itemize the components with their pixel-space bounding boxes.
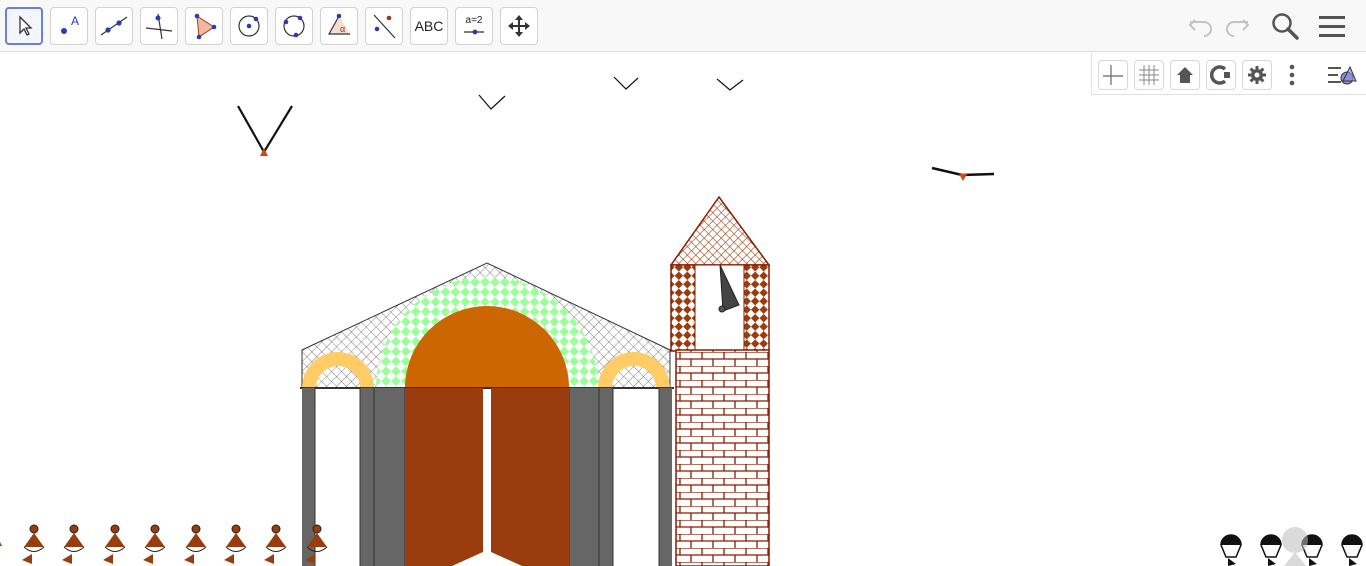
- move-graphics-icon: [508, 15, 530, 37]
- graphics-settings-button[interactable]: [1242, 60, 1272, 90]
- polygon-tool-button[interactable]: [185, 7, 223, 45]
- figure[interactable]: [22, 524, 45, 564]
- figure[interactable]: [1341, 534, 1363, 566]
- reflect-icon: [373, 14, 396, 39]
- point-icon: A: [61, 14, 79, 34]
- pillar: [569, 388, 599, 566]
- move-arrow-icon: [19, 15, 33, 36]
- bird-small-1[interactable]: [478, 94, 506, 110]
- move-graphics-tool-button[interactable]: [500, 7, 538, 45]
- figure-group-right: [1220, 527, 1363, 566]
- axes-toggle-button[interactable]: [1098, 60, 1128, 90]
- style-bar-toggle-icon: [1328, 65, 1357, 85]
- figure[interactable]: [224, 524, 247, 564]
- main-toolbar: A α ABC a=2: [0, 0, 1366, 52]
- circle-tool-button[interactable]: [230, 7, 268, 45]
- graphics-view-canvas[interactable]: [0, 53, 1366, 566]
- hamburger-menu-icon: [1319, 16, 1345, 37]
- figure[interactable]: [103, 524, 126, 564]
- line-icon: [100, 16, 128, 36]
- slider-tool-button[interactable]: a=2: [455, 7, 493, 45]
- pillar: [599, 388, 613, 566]
- svg-text:α: α: [340, 24, 345, 34]
- axes-icon: [1103, 65, 1123, 85]
- main-menu-button[interactable]: [1315, 10, 1349, 42]
- figure[interactable]: [264, 524, 287, 564]
- pillar: [374, 388, 405, 566]
- polygon-icon: [194, 13, 217, 40]
- perpendicular-line-icon: [145, 13, 173, 40]
- style-bar-toggle-button[interactable]: [1324, 60, 1360, 90]
- more-options-button[interactable]: [1284, 60, 1300, 90]
- more-vertical-icon: [1289, 64, 1295, 86]
- bird-small-3[interactable]: [716, 78, 744, 91]
- angle-icon: α: [327, 13, 350, 35]
- angle-tool-button[interactable]: α: [320, 7, 358, 45]
- figure[interactable]: [184, 524, 207, 564]
- search-icon: [1272, 13, 1299, 40]
- search-button[interactable]: [1268, 10, 1302, 42]
- church-building[interactable]: [300, 262, 674, 566]
- tower-spire: [669, 195, 771, 266]
- figure[interactable]: [1220, 534, 1242, 566]
- grid-icon: [1139, 65, 1159, 85]
- home-view-button[interactable]: [1170, 60, 1200, 90]
- left-door[interactable]: [405, 388, 483, 566]
- bird-gliding[interactable]: [931, 166, 995, 181]
- perpendicular-tool-button[interactable]: [140, 7, 178, 45]
- tower-brick-wall: [675, 349, 770, 566]
- line-tool-button[interactable]: [95, 7, 133, 45]
- point-capture-button[interactable]: [1206, 60, 1236, 90]
- figure[interactable]: [0, 536, 2, 560]
- home-icon: [1177, 67, 1193, 83]
- figure[interactable]: [62, 524, 85, 564]
- reflect-tool-button[interactable]: [365, 7, 403, 45]
- settings-gear-icon: [1248, 66, 1266, 84]
- right-door[interactable]: [491, 388, 569, 566]
- pillar: [360, 388, 374, 566]
- graphics-style-bar: [1091, 53, 1366, 95]
- point-tool-button[interactable]: A: [50, 7, 88, 45]
- pillar: [659, 388, 672, 566]
- bell-tower[interactable]: [669, 195, 771, 566]
- grid-toggle-button[interactable]: [1134, 60, 1164, 90]
- figure-row-left: [0, 524, 328, 564]
- redo-button[interactable]: [1220, 10, 1254, 42]
- zoom-overlay-icon[interactable]: [1282, 527, 1308, 566]
- slider-icon-label: a=2: [465, 15, 483, 26]
- redo-icon: [1226, 19, 1250, 37]
- svg-text:A: A: [71, 14, 79, 28]
- circle-three-points-tool-button[interactable]: [275, 7, 313, 45]
- undo-icon: [1188, 19, 1212, 37]
- bird-large[interactable]: [237, 105, 293, 156]
- circle-center-point-icon: [238, 15, 260, 37]
- text-tool-button[interactable]: ABC: [410, 7, 448, 45]
- move-tool-button[interactable]: [5, 7, 43, 45]
- text-icon: ABC: [414, 18, 444, 34]
- undo-button[interactable]: [1184, 10, 1218, 42]
- figure[interactable]: [1260, 534, 1282, 566]
- circle-three-points-icon: [283, 15, 305, 38]
- bird-small-2[interactable]: [613, 76, 639, 90]
- figure[interactable]: [143, 524, 166, 564]
- point-capture-icon: [1209, 65, 1230, 85]
